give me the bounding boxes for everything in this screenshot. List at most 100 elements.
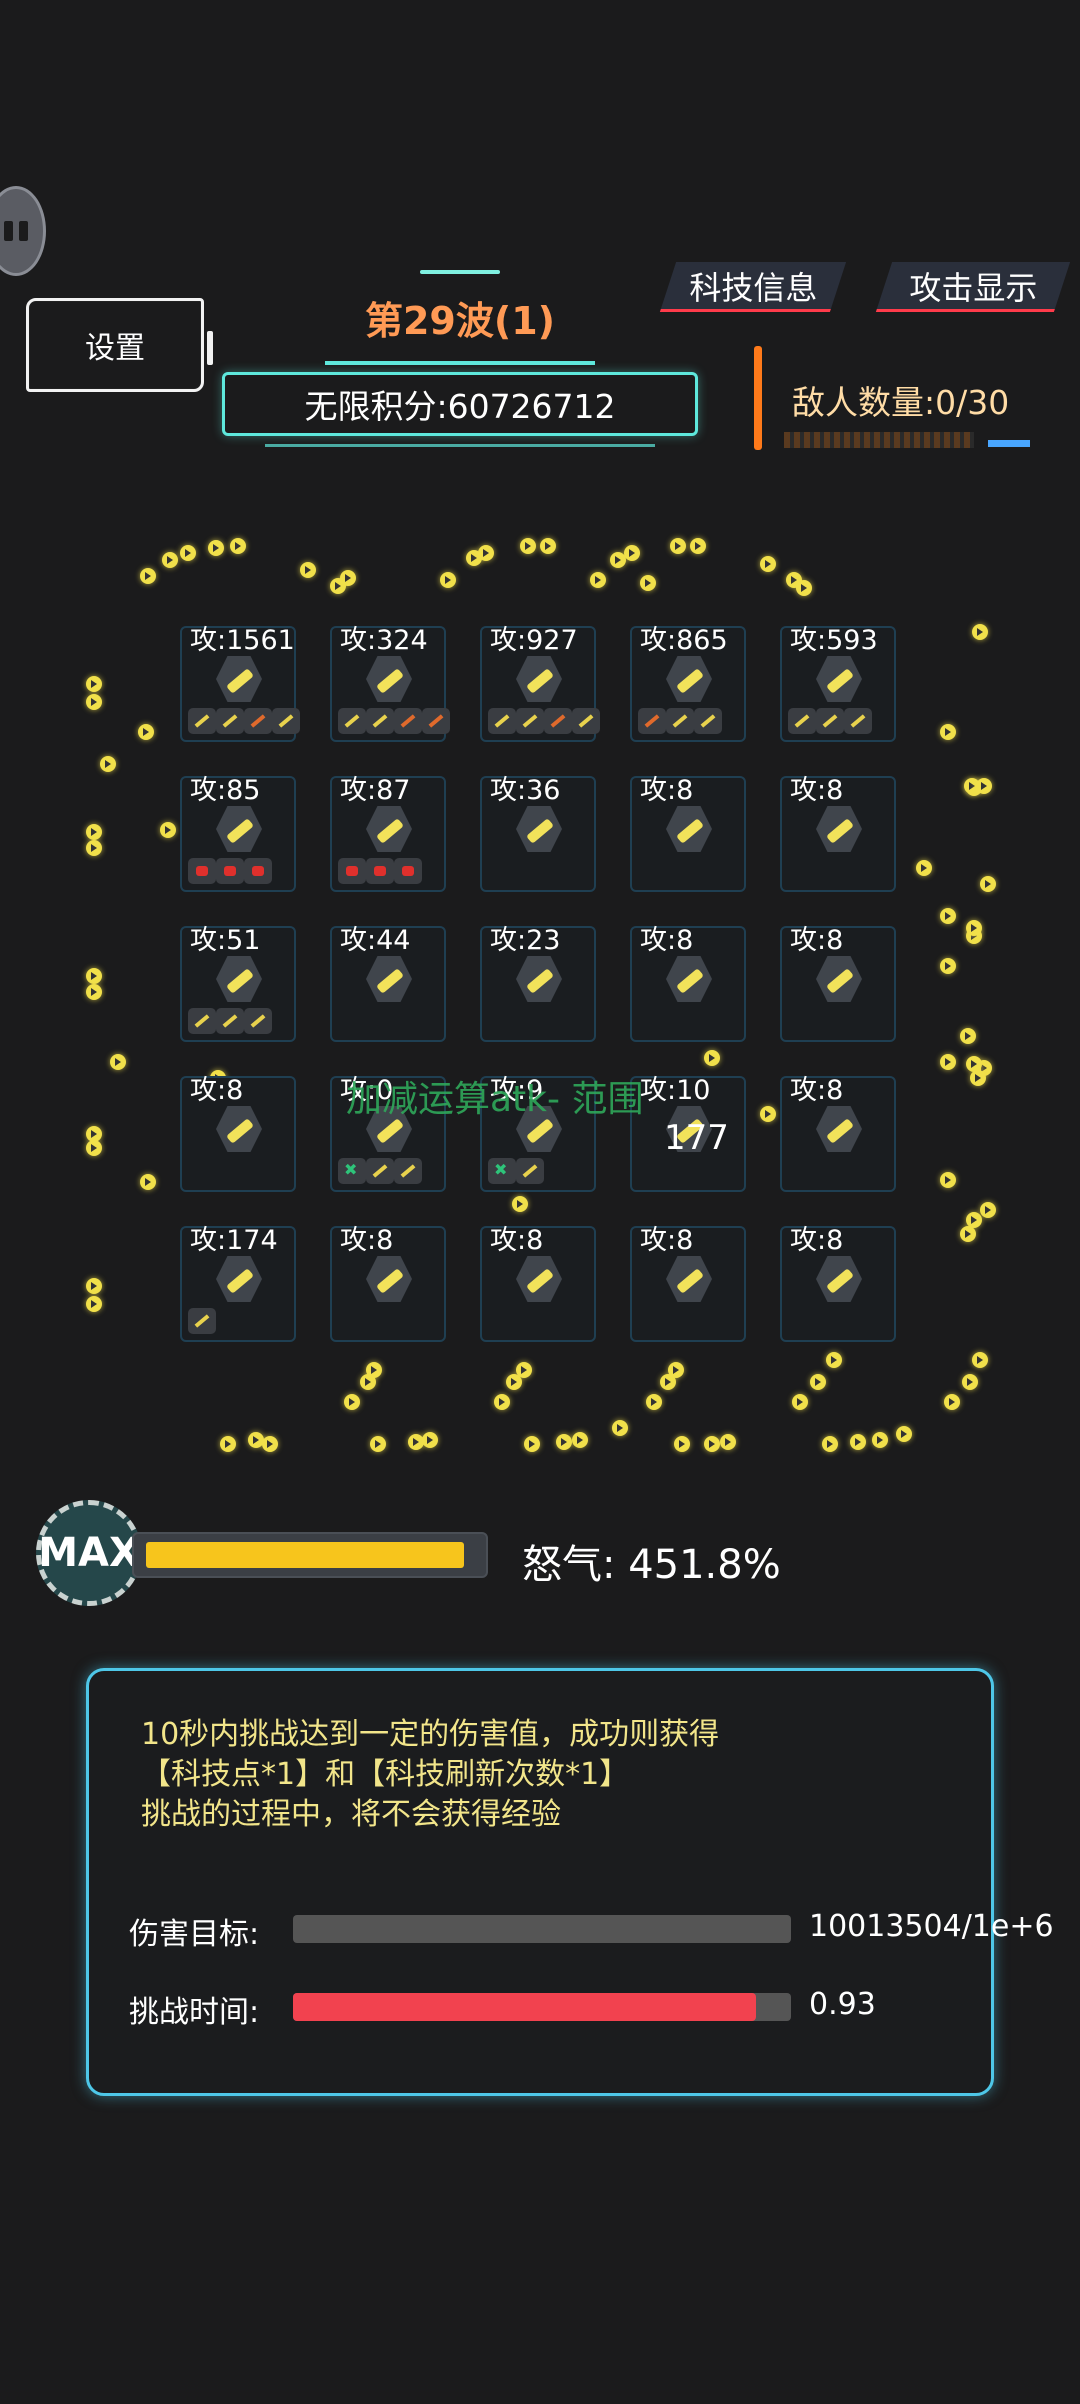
bullet-icon [966,920,982,936]
upgrade-chip-icon [216,858,244,884]
upgrade-chip-icon [422,708,450,734]
turret-attack-label: 攻:865 [640,625,728,656]
upgrade-chip-icon [338,708,366,734]
rage-bar-fill [146,1542,464,1568]
turret-cell[interactable]: 攻:8 [480,1225,596,1342]
turret-cell[interactable]: 攻:8 [780,1225,896,1342]
turret-cell[interactable]: 攻:593 [780,625,896,742]
bullet-icon [138,724,154,740]
bullet-icon [140,1174,156,1190]
pause-button[interactable] [0,186,46,276]
turret-cell[interactable]: 攻:8 [330,1225,446,1342]
turret-attack-label: 攻:51 [190,925,261,956]
bullet-icon [674,1436,690,1452]
upgrade-chip-icon [638,708,666,734]
turret-cell[interactable]: 攻:865 [630,625,746,742]
bullet-icon [792,1394,808,1410]
turret-cell[interactable]: 攻:927 [480,625,600,742]
upgrade-chip-icon [544,708,572,734]
turret-cell[interactable]: 攻:87 [330,775,446,892]
turret-attack-label: 攻:174 [190,1225,278,1256]
bullet-icon [220,1436,236,1452]
turret-attack-label: 攻:23 [490,925,561,956]
turret-cell[interactable]: 攻:8 [780,1075,896,1192]
bullet-icon [940,908,956,924]
upgrade-chip-icon [844,708,872,734]
bullet-icon [422,1432,438,1448]
turret-attack-label: 攻:8 [640,925,694,956]
enemy-count: 敌人数量:0/30 [792,383,1010,422]
upgrade-chip-icon [572,708,600,734]
turret-cell[interactable]: 攻:8 [180,1075,296,1192]
score-text: 无限积分:60726712 [304,387,616,426]
bullet-icon [100,756,116,772]
bullet-icon [540,538,556,554]
bullet-icon [668,1362,684,1378]
bullet-icon [160,822,176,838]
upgrade-chip-icon [244,1008,272,1034]
bullet-icon [370,1436,386,1452]
upgrade-chip-icon [816,708,844,734]
tech-info-button[interactable]: 科技信息 [659,262,847,312]
turret-cell[interactable]: 攻:8 [630,775,746,892]
upgrade-chip-icon [188,708,216,734]
bullet-icon [208,540,224,556]
bullet-icon [970,1070,986,1086]
bullet-icon [944,1394,960,1410]
turret-cell[interactable]: 攻:85 [180,775,296,892]
turret-cell[interactable]: 攻:8 [630,925,746,1042]
bullet-icon [494,1394,510,1410]
turret-cell[interactable]: 攻:36 [480,775,596,892]
upgrade-chip-icon [244,708,272,734]
upgrade-chip-icon [394,858,422,884]
turret-attack-label: 攻:8 [790,1225,844,1256]
bullet-icon [826,1352,842,1368]
attack-display-label: 攻击显示 [909,268,1038,307]
challenge-time-fill [293,1993,756,2021]
floating-effect-text: 加减运算atk- 范围 [346,1079,644,1120]
bullet-icon [704,1436,720,1452]
turret-attack-label: 攻:44 [340,925,411,956]
turret-attack-label: 攻:87 [340,775,411,806]
turret-cell[interactable]: 攻:23 [480,925,596,1042]
rage-max-badge[interactable]: MAX [36,1500,142,1606]
bullet-icon [180,545,196,561]
bullet-icon [590,572,606,588]
upgrade-chip-icon [394,708,422,734]
bullet-icon [972,1352,988,1368]
bullet-icon [640,575,656,591]
turret-cell[interactable]: 攻:174 [180,1225,296,1342]
bullet-icon [366,1362,382,1378]
bullet-icon [516,1362,532,1378]
bullet-icon [796,580,812,596]
upgrade-chip-icon [488,1158,516,1184]
turret-cell[interactable]: 攻:44 [330,925,446,1042]
settings-button[interactable]: 设置 [26,298,213,392]
turret-cell[interactable]: 攻:324 [330,625,450,742]
turret-attack-label: 攻:8 [340,1225,394,1256]
turret-cell[interactable]: 攻:8 [630,1225,746,1342]
bullet-icon [86,1140,102,1156]
upgrade-chip-icon [488,708,516,734]
challenge-panel: 10秒内挑战达到一定的伤害值，成功则获得 【科技点*1】和【科技刷新次数*1】 … [86,1668,1054,2096]
bullet-icon [524,1436,540,1452]
bullet-icon [478,545,494,561]
bullet-icon [162,552,178,568]
turret-attack-label: 攻:8 [190,1075,244,1106]
challenge-time-value: 0.93 [809,1987,876,2022]
turret-cell[interactable]: 攻:8 [780,775,896,892]
turret-cell[interactable]: 攻:51 [180,925,296,1042]
upgrade-chip-icon [366,1158,394,1184]
turret-cell[interactable]: 攻:1561 [180,625,300,742]
bullet-icon [962,1374,978,1390]
turret-attack-label: 攻:8 [640,775,694,806]
attack-display-button[interactable]: 攻击显示 [875,262,1071,312]
bullet-icon [980,1202,996,1218]
bullet-icon [940,1172,956,1188]
challenge-time-label: 挑战时间: [129,1995,260,2030]
bullet-icon [140,568,156,584]
bullet-icon [86,676,102,692]
upgrade-chip-icon [244,858,272,884]
turret-cell[interactable]: 攻:8 [780,925,896,1042]
bullet-icon [670,538,686,554]
